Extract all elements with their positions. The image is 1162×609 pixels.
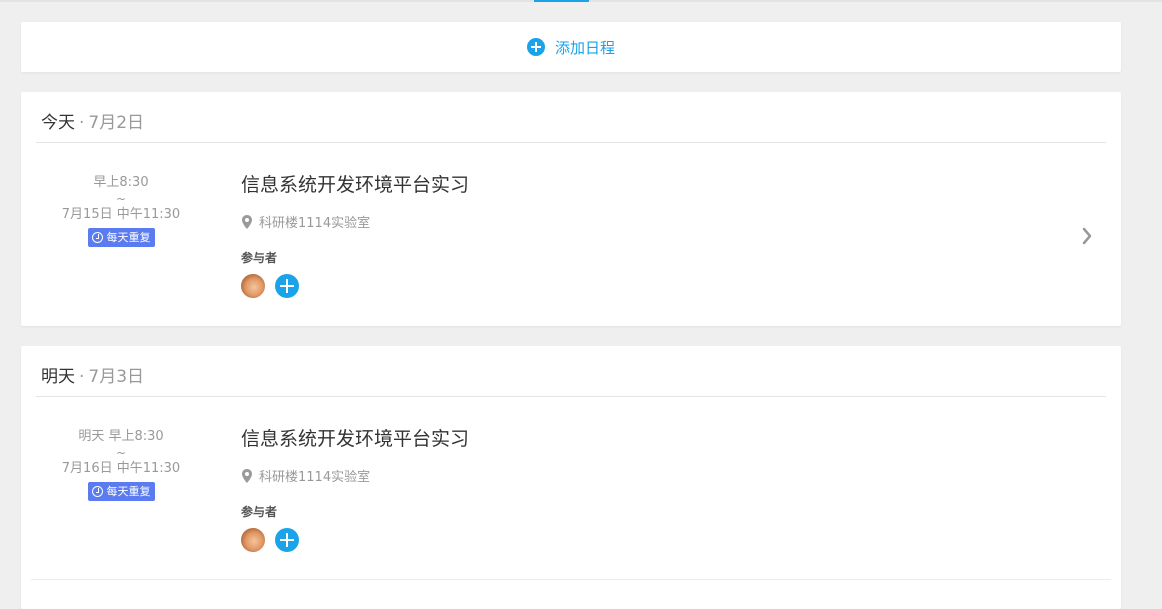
avatar[interactable] — [241, 528, 265, 552]
participants-list — [241, 528, 1001, 552]
active-tab-indicator — [534, 0, 589, 2]
repeat-badge: 每天重复 — [87, 482, 155, 501]
day-header: 今天 · 7月2日 — [41, 108, 144, 133]
event-details[interactable]: 信息系统开发环境平台实习 科研楼1114实验室 参与者 — [241, 426, 1001, 552]
event-location: 科研楼1114实验室 — [241, 212, 1001, 231]
divider — [36, 396, 1106, 397]
add-participant-button[interactable] — [275, 274, 299, 298]
event-end: 7月16日 中午11:30 — [61, 461, 181, 476]
event-title[interactable]: 信息系统开发环境平台实习 — [241, 426, 1001, 452]
add-schedule-label: 添加日程 — [554, 38, 615, 57]
location-pin-icon — [242, 214, 252, 229]
event-time: 早上8:30 ~ 7月15日 中午11:30 每天重复 — [41, 173, 201, 250]
day-date: 7月2日 — [88, 113, 145, 133]
location-text: 科研楼1114实验室 — [259, 470, 371, 485]
participants-label: 参与者 — [241, 251, 278, 265]
repeat-badge: 每天重复 — [87, 228, 155, 247]
time-tilde: ~ — [115, 192, 127, 206]
repeat-clock-icon — [91, 486, 103, 497]
day-separator: · — [79, 113, 85, 133]
repeat-clock-icon — [91, 232, 103, 243]
repeat-label: 每天重复 — [106, 484, 151, 498]
event-start: 明天 早上8:30 — [78, 429, 164, 444]
day-header: 明天 · 7月3日 — [41, 362, 144, 387]
day-word: 明天 — [41, 367, 75, 387]
divider — [31, 579, 1111, 580]
participants-label: 参与者 — [241, 505, 278, 519]
plus-circle-icon — [526, 38, 545, 56]
participants-list — [241, 274, 1001, 298]
event-end: 7月15日 中午11:30 — [61, 207, 181, 222]
day-date: 7月3日 — [88, 367, 145, 387]
day-card-tomorrow: 明天 · 7月3日 明天 早上8:30 ~ 7月16日 中午11:30 每天重复 信… — [21, 346, 1121, 609]
add-schedule-button[interactable]: 添加日程 — [21, 22, 1121, 72]
time-tilde: ~ — [115, 446, 127, 460]
divider — [36, 142, 1106, 143]
day-card-today: 今天 · 7月2日 早上8:30 ~ 7月15日 中午11:30 每天重复 信息系统… — [21, 92, 1121, 326]
chevron-right-icon[interactable] — [1079, 226, 1095, 246]
day-separator: · — [79, 367, 85, 387]
event-title[interactable]: 信息系统开发环境平台实习 — [241, 172, 1001, 198]
location-pin-icon — [242, 468, 252, 483]
avatar[interactable] — [241, 274, 265, 298]
add-participant-button[interactable] — [275, 528, 299, 552]
event-details[interactable]: 信息系统开发环境平台实习 科研楼1114实验室 参与者 — [241, 172, 1001, 298]
event-location: 科研楼1114实验室 — [241, 466, 1001, 485]
event-time: 明天 早上8:30 ~ 7月16日 中午11:30 每天重复 — [41, 427, 201, 504]
day-word: 今天 — [41, 113, 75, 133]
repeat-label: 每天重复 — [106, 230, 151, 244]
event-start: 早上8:30 — [93, 175, 149, 190]
location-text: 科研楼1114实验室 — [259, 216, 371, 231]
